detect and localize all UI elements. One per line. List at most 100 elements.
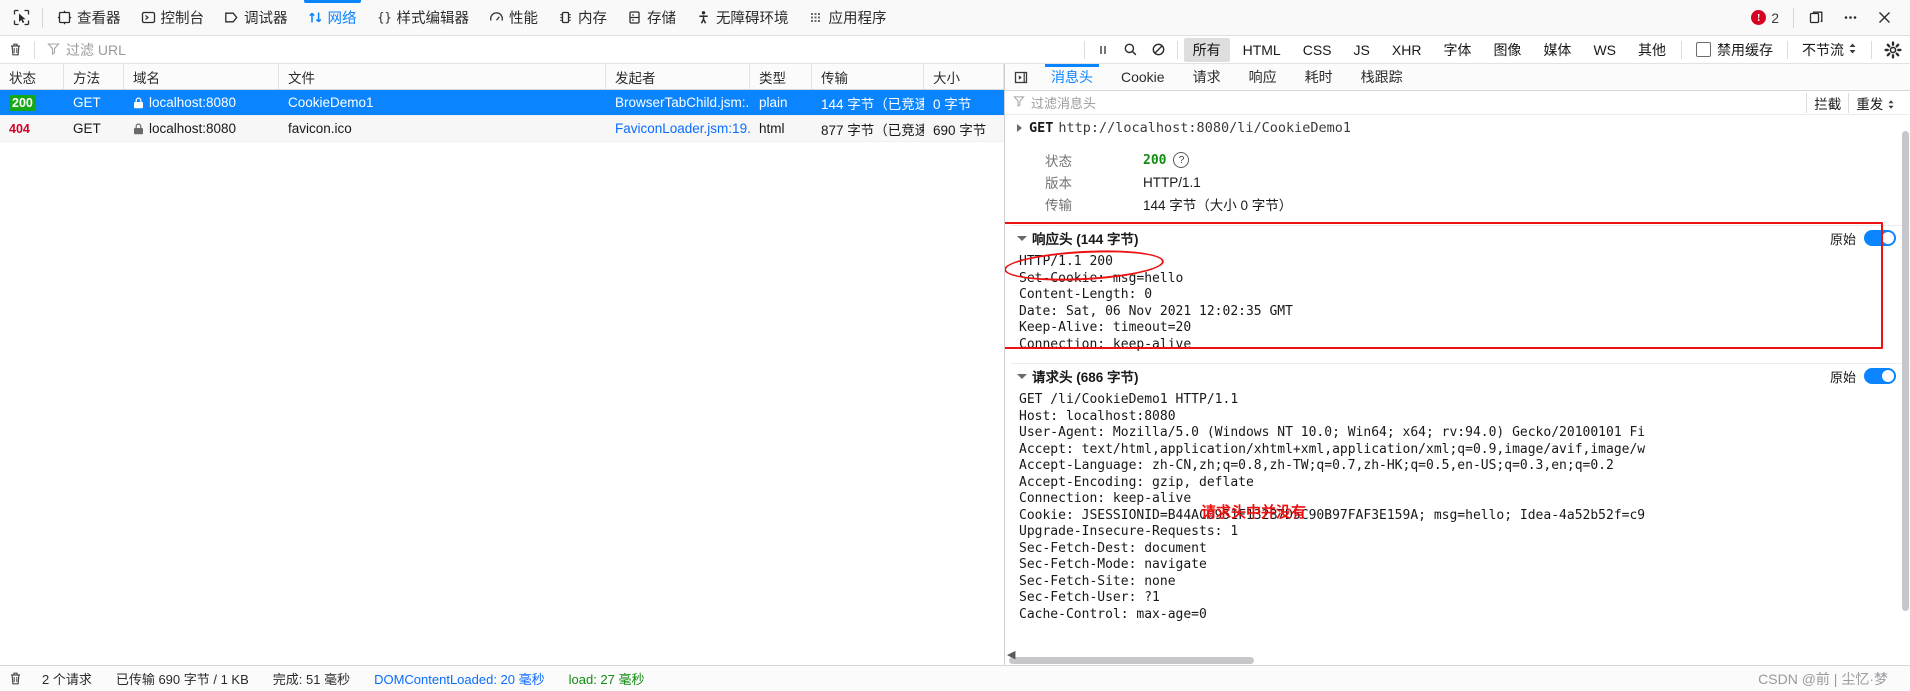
block-requests-icon[interactable] [1145,37,1173,63]
status-bar-right: CSDN @前 | 尘忆·梦 [1758,669,1910,689]
column-header-initiator[interactable]: 发起者 [606,64,750,89]
status-code-value: 200 [1143,152,1167,168]
tab-network[interactable]: 网络 [298,0,367,36]
cell-file: favicon.ico [288,121,352,136]
header-filter-input[interactable]: 过滤消息头 [1031,93,1096,112]
tab-label: 存储 [647,11,676,27]
clear-requests-icon[interactable] [0,36,30,63]
devtools-toolbar: 查看器 控制台 调试器 网络 {} 样式编辑器 性能 内存 存储 无障碍环境 应… [0,0,1910,36]
request-raw-toggle[interactable]: 原始 [1830,367,1910,386]
table-row[interactable]: 404 GET localhost:8080 favicon.ico Favic… [0,116,1004,142]
tab-memory[interactable]: 内存 [548,0,617,36]
request-url-row[interactable]: GET http://localhost:8080/li/CookieDemo1 [1011,115,1910,141]
inspector-icon [57,10,72,25]
cell-status: 404 [0,116,64,141]
expand-twisty-icon[interactable] [1017,124,1022,132]
column-header-method[interactable]: 方法 [64,64,124,89]
detail-horizontal-scrollbar[interactable] [1005,656,1901,665]
summary-label: 状态 [1045,154,1072,169]
request-headers-section: 请求头 (686 字节) 原始 GET /li/CookieDemo1 HTTP… [1011,363,1910,629]
clear-icon[interactable] [0,671,30,686]
filter-font[interactable]: 字体 [1434,38,1480,62]
disable-cache-checkbox[interactable]: 禁用缓存 [1686,40,1783,60]
scrollbar-thumb[interactable] [1902,131,1909,611]
column-header-type[interactable]: 类型 [750,64,812,89]
pause-icon[interactable] [1089,37,1117,63]
collapse-twisty-icon[interactable] [1017,373,1027,379]
scrollbar-thumb[interactable] [1009,657,1254,664]
tab-console[interactable]: 控制台 [131,0,215,36]
filter-ws[interactable]: WS [1584,40,1625,60]
help-icon[interactable]: ? [1173,152,1190,168]
toolbar-divider [34,40,35,59]
filter-html[interactable]: HTML [1234,40,1290,60]
header-actions: 拦截 重发 [1806,92,1910,113]
tab-debugger[interactable]: 调试器 [214,0,298,36]
tab-accessibility[interactable]: 无障碍环境 [686,0,799,36]
tab-request[interactable]: 请求 [1179,64,1235,91]
response-headers-section: 响应头 (144 字节) 原始 HTTP/1.1 200 Set-Cookie:… [1011,225,1910,359]
request-headers-title-row[interactable]: 请求头 (686 字节) 原始 [1011,364,1910,388]
summary-label: 版本 [1045,176,1072,191]
toolbar-divider [1787,40,1788,59]
column-header-transfer[interactable]: 传输 [812,64,924,89]
summary-row-status: 状态 200 ? [1045,149,1910,171]
dock-layout-icon[interactable] [1800,3,1832,33]
response-raw-toggle[interactable]: 原始 [1830,229,1910,248]
column-header-file[interactable]: 文件 [279,64,606,89]
filter-css[interactable]: CSS [1294,40,1341,60]
scroll-left-arrow-icon[interactable]: ◀ [1007,648,1015,661]
toggle-switch[interactable] [1864,368,1896,384]
tab-performance[interactable]: 性能 [479,0,548,36]
summary-row-transfer: 传输 144 字节（大小 0 字节） [1045,193,1910,215]
filter-other[interactable]: 其他 [1629,38,1675,62]
filter-media[interactable]: 媒体 [1534,38,1580,62]
throttle-label: 不节流 [1802,41,1844,58]
more-options-icon[interactable] [1834,3,1866,33]
collapse-twisty-icon[interactable] [1017,235,1027,241]
block-action[interactable]: 拦截 [1806,92,1848,113]
tab-label: 性能 [509,11,538,27]
search-icon[interactable] [1117,37,1145,63]
tab-timings[interactable]: 耗时 [1291,64,1347,91]
tab-storage[interactable]: 存储 [617,0,686,36]
filter-js[interactable]: JS [1345,40,1379,60]
filter-xhr[interactable]: XHR [1383,40,1431,60]
filter-image[interactable]: 图像 [1484,38,1530,62]
headers-content: GET http://localhost:8080/li/CookieDemo1… [1005,115,1910,665]
element-picker-icon[interactable] [4,3,38,33]
filter-url-placeholder: 过滤 URL [66,41,126,58]
cell-initiator[interactable]: FaviconLoader.jsm:19... [606,116,750,141]
status-load: load: 27 毫秒 [568,672,645,687]
tab-label: 应用程序 [828,11,887,27]
split-console-icon[interactable] [1007,64,1037,90]
filter-all[interactable]: 所有 [1183,37,1230,62]
error-count-badge[interactable]: ! 2 [1743,10,1787,26]
column-header-domain[interactable]: 域名 [124,64,279,89]
cell-method: GET [73,121,101,136]
filter-url-input[interactable]: 过滤 URL [39,37,1080,63]
raw-label: 原始 [1829,369,1856,385]
resend-action[interactable]: 重发 [1848,92,1902,113]
tab-style-editor[interactable]: {} 样式编辑器 [367,0,480,36]
accessibility-icon [696,10,711,25]
cell-method: GET [73,95,101,110]
tab-stacktrace[interactable]: 栈跟踪 [1347,64,1417,91]
toggle-switch[interactable] [1864,230,1896,246]
detail-vertical-scrollbar[interactable] [1901,115,1910,665]
tab-headers[interactable]: 消息头 [1037,64,1107,91]
tab-label: 控制台 [160,11,205,27]
network-toolbar-right: 所有 HTML CSS JS XHR 字体 图像 媒体 WS 其他 禁用缓存 不… [1080,36,1910,64]
column-header-size[interactable]: 大小 [924,64,1004,89]
tab-response[interactable]: 响应 [1235,64,1291,91]
tab-cookie[interactable]: Cookie [1107,64,1179,91]
throttle-select[interactable]: 不节流 [1792,40,1867,60]
settings-gear-icon[interactable] [1876,37,1910,63]
tab-application[interactable]: 应用程序 [799,0,897,36]
table-row[interactable]: 200 GET localhost:8080 CookieDemo1 Brows… [0,90,1004,116]
close-icon[interactable] [1868,3,1900,33]
response-headers-title-row[interactable]: 响应头 (144 字节) 原始 [1011,226,1910,250]
status-badge: 200 [9,94,36,111]
tab-inspector[interactable]: 查看器 [47,0,131,36]
column-header-status[interactable]: 状态 [0,64,64,89]
